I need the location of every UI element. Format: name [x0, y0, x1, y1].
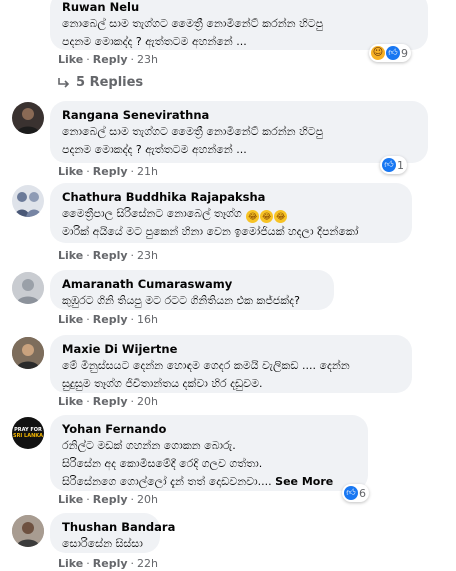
comment-text-line: නොබෙල් සාම තැග්ගට මෛත්‍රී නොමිනේට් කරන්න…: [62, 125, 324, 138]
like-icon: 👍︎: [344, 486, 358, 500]
reply-button[interactable]: Reply: [93, 313, 128, 326]
commenter-name[interactable]: Yohan Fernando: [62, 422, 356, 437]
comment-text-line: සුදුසුම තෑග්ග ජිවිතාන්තය දක්වා හිර දඩුවම…: [62, 377, 263, 390]
reaction-summary[interactable]: 👍︎ 1: [380, 156, 407, 174]
comment-text-line: මෛත්‍රීපාල සිරිසේනට නොබෙල් තෑග්ග 😂︎ 😂︎ 😂︎: [62, 205, 400, 223]
replies-label: 5 Replies: [76, 75, 144, 90]
reaction-count: 9: [401, 46, 408, 60]
reaction-summary[interactable]: 👍︎ 6: [342, 484, 369, 502]
avatar[interactable]: [12, 102, 44, 134]
comment-text-line: කුඹුරට ගිනි තියපු මට රටට ගිනිතියන එක කජ්…: [62, 294, 300, 307]
comment-text: සිරිසේනගෙ ගොල්ලෝ දැන් තත් දොඩවනවා....: [62, 475, 272, 488]
reply-button[interactable]: Reply: [93, 557, 128, 570]
comment-text-line: මාරික් අයියේ මට පුකෙන් හිනා වෙන ඉමෝජියක්…: [62, 225, 359, 238]
laughing-emoji-icon: 😂︎: [274, 210, 288, 223]
avatar[interactable]: [12, 185, 44, 217]
comment-actions: Like · Reply · 23h: [58, 53, 158, 66]
like-icon: 👍︎: [386, 46, 400, 60]
like-button[interactable]: Like: [58, 313, 83, 326]
comment-bubble: Yohan Fernando රනිල්ට මඩක් ගහන්න ගොකන බො…: [50, 415, 368, 491]
comment-actions: Like · Reply · 16h: [58, 313, 158, 326]
commenter-name[interactable]: Amaranath Cumaraswamy: [62, 277, 322, 292]
like-button[interactable]: Like: [58, 53, 83, 66]
avatar[interactable]: [12, 337, 44, 369]
like-button[interactable]: Like: [58, 557, 83, 570]
haha-icon: ☺: [371, 46, 385, 60]
comment-text-line: රනිල්ට මඩක් ගහන්න ගොකන බොරු.: [62, 439, 236, 452]
timestamp[interactable]: 21h: [137, 165, 158, 178]
comment-actions: Like · Reply · 20h: [58, 493, 158, 506]
comment-bubble: Maxie Di Wijertne මේ මිනුස්සයට දෙන්න හොඳ…: [50, 335, 412, 393]
see-more-link[interactable]: See More: [275, 475, 333, 488]
like-button[interactable]: Like: [58, 395, 83, 408]
reply-button[interactable]: Reply: [93, 493, 128, 506]
avatar[interactable]: [12, 272, 44, 304]
commenter-name[interactable]: Maxie Di Wijertne: [62, 342, 400, 357]
commenter-name[interactable]: Rangana Senevirathna: [62, 108, 416, 123]
commenter-name[interactable]: Chathura Buddhika Rajapaksha: [62, 190, 400, 205]
timestamp[interactable]: 16h: [137, 313, 158, 326]
comment-text-line: පදනම මොකද්ද ? ඇත්තටම අහන්නේ ...: [62, 35, 247, 48]
comment-bubble: Chathura Buddhika Rajapaksha මෛත්‍රීපාල …: [50, 183, 412, 243]
like-button[interactable]: Like: [58, 493, 83, 506]
comment-bubble: Amaranath Cumaraswamy කුඹුරට ගිනි තියපු …: [50, 270, 334, 310]
reaction-count: 1: [397, 158, 404, 172]
view-replies-link[interactable]: 5 Replies: [58, 75, 143, 90]
timestamp[interactable]: 22h: [137, 557, 158, 570]
like-button[interactable]: Like: [58, 165, 83, 178]
laughing-emoji-icon: 😂︎: [246, 210, 260, 223]
reply-button[interactable]: Reply: [93, 165, 128, 178]
comment-actions: Like · Reply · 21h: [58, 165, 158, 178]
reply-button[interactable]: Reply: [93, 53, 128, 66]
commenter-name[interactable]: Ruwan Nelu: [62, 0, 416, 15]
comment-bubble: Rangana Senevirathna නොබෙල් සාම තැග්ගට ම…: [50, 101, 428, 163]
comment-text-line: සිරිසේන අද කොමිසමේදී රෙදි ගලව ගත්තා.: [62, 457, 263, 470]
reaction-count: 6: [359, 486, 366, 500]
like-button[interactable]: Like: [58, 249, 83, 262]
reaction-summary[interactable]: ☺ 👍︎ 9: [369, 44, 411, 62]
reply-arrow-icon: [58, 77, 70, 88]
avatar[interactable]: PRAY FOR SRI LANKA: [12, 417, 44, 449]
like-icon: 👍︎: [382, 158, 396, 172]
comment-text-line: පදනම මොකද්ද ? ඇත්තටම අහන්නේ ...: [62, 143, 247, 156]
comment-bubble: Thushan Bandara සොරිසේන සිස්සා: [50, 513, 175, 553]
timestamp[interactable]: 20h: [137, 493, 158, 506]
avatar-text: SRI LANKA: [12, 433, 44, 439]
comment-actions: Like · Reply · 22h: [58, 557, 158, 570]
laughing-emoji-icon: 😂︎: [260, 210, 274, 223]
timestamp[interactable]: 23h: [137, 249, 158, 262]
timestamp[interactable]: 20h: [137, 395, 158, 408]
avatar[interactable]: [12, 515, 44, 547]
timestamp[interactable]: 23h: [137, 53, 158, 66]
comment-actions: Like · Reply · 23h: [58, 249, 158, 262]
comment-text-line: මේ මිනුස්සයට දෙන්න හොඳම ගෙදර කමයි වැලිකඩ…: [62, 359, 350, 372]
commenter-name[interactable]: Thushan Bandara: [62, 520, 175, 535]
comment-text-line: නොබෙල් සාම තැග්ගට මෛත්‍රී නොමිනේට් කරන්න…: [62, 17, 324, 30]
comment-bubble: Ruwan Nelu නොබෙල් සාම තැග්ගට මෛත්‍රී නොම…: [50, 0, 428, 50]
comment-text-line: සිරිසේනගෙ ගොල්ලෝ දැන් තත් දොඩවනවා.... Se…: [62, 473, 356, 491]
comment-text-line: සොරිසේන සිස්සා: [62, 537, 143, 550]
reply-button[interactable]: Reply: [93, 395, 128, 408]
reply-button[interactable]: Reply: [93, 249, 128, 262]
comment-actions: Like · Reply · 20h: [58, 395, 158, 408]
comment-text: මෛත්‍රීපාල සිරිසේනට නොබෙල් තෑග්ග: [62, 207, 242, 220]
